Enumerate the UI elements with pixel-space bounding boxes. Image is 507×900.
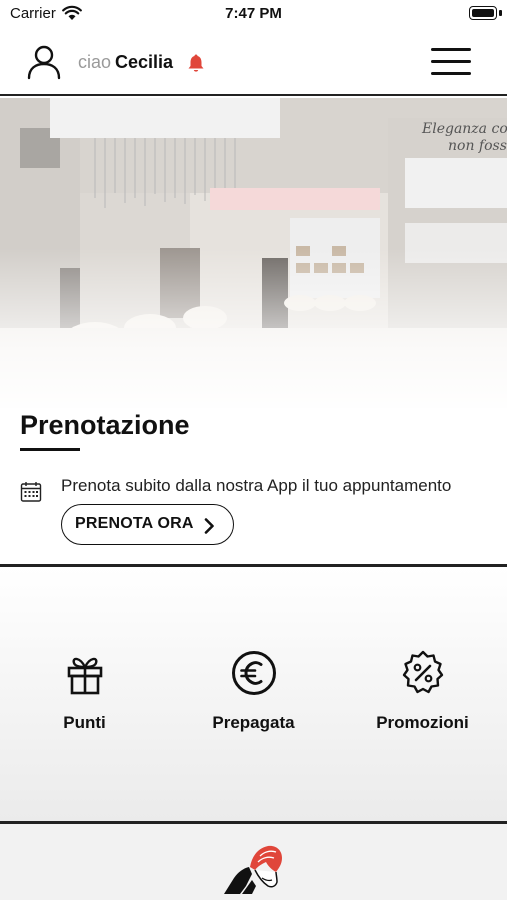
booking-description: Prenota subito dalla nostra App il tuo a… <box>61 476 452 495</box>
hamburger-menu-icon[interactable] <box>431 48 471 76</box>
battery-icon <box>469 6 497 20</box>
bottom-bar <box>0 824 507 900</box>
battery-cap <box>499 10 502 16</box>
user-icon[interactable] <box>26 44 62 80</box>
booking-card: Eleganza come il non fossi altro Prenota… <box>0 98 507 564</box>
book-now-button[interactable]: PRENOTA ORA <box>61 504 234 545</box>
gift-icon <box>67 657 102 695</box>
greeting: ciao Cecilia <box>78 52 173 73</box>
app-header: ciao Cecilia <box>0 30 507 96</box>
feature-points-label: Punti <box>63 713 106 732</box>
discount-badge-icon <box>402 650 443 694</box>
status-bar: Carrier 7:47 PM <box>0 0 507 30</box>
user-name: Cecilia <box>115 52 174 72</box>
bell-icon[interactable] <box>186 53 206 73</box>
clock: 7:47 PM <box>225 5 282 22</box>
feature-points[interactable]: Punti <box>0 649 169 749</box>
book-now-label: PRENOTA ORA <box>75 515 194 532</box>
greeting-hello: ciao <box>78 52 112 72</box>
feature-prepaid-label: Prepagata <box>212 713 295 732</box>
euro-icon <box>231 651 276 695</box>
feature-promotions-label: Promozioni <box>376 713 469 732</box>
salon-logo[interactable] <box>222 834 286 894</box>
feature-prepaid[interactable]: Prepagata <box>169 649 338 749</box>
chevron-right-icon <box>204 518 214 534</box>
features-section: Punti Prepagata Promozioni <box>0 567 507 821</box>
feature-promotions[interactable]: Promozioni <box>338 649 507 749</box>
booking-title: Prenotazione <box>20 410 190 440</box>
title-underline <box>20 448 80 451</box>
calendar-icon <box>20 482 42 502</box>
